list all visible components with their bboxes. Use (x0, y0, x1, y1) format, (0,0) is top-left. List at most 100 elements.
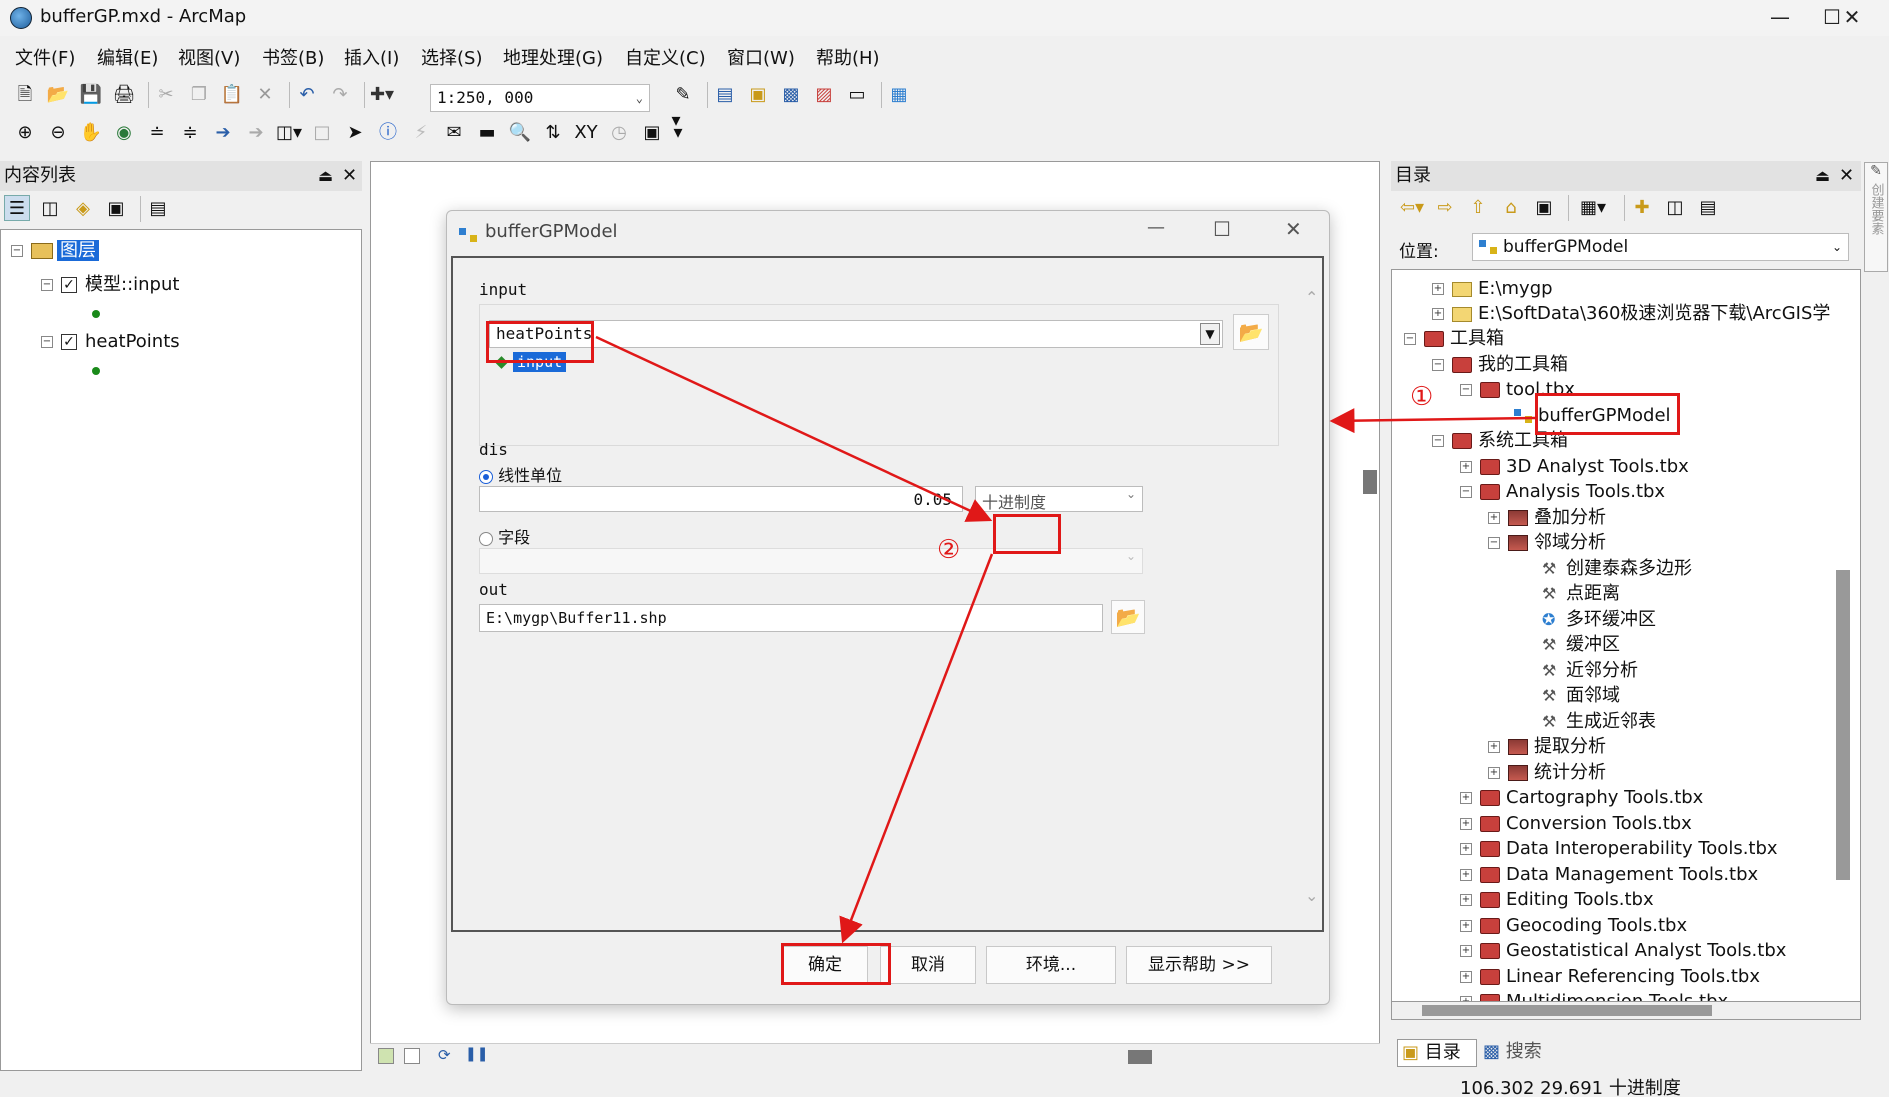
collapse-icon[interactable]: − (1460, 486, 1472, 498)
collapse-icon[interactable]: − (41, 336, 53, 348)
menu-customize[interactable]: 自定义(C) (625, 44, 706, 74)
catalog-my-toolboxes[interactable]: − 我的工具箱 (1432, 354, 1568, 376)
catalog-horizontal-scroll-thumb[interactable] (1422, 1005, 1712, 1016)
collapse-icon[interactable]: − (1432, 359, 1444, 371)
redo-icon[interactable]: ↷ (327, 82, 353, 108)
list-by-visibility-icon[interactable]: ◈ (70, 196, 96, 222)
map-vertical-scroll-thumb[interactable] (1363, 470, 1377, 494)
new-document-icon[interactable]: 🗎 (12, 82, 38, 108)
data-view-icon[interactable] (378, 1048, 394, 1064)
dialog-minimize-button[interactable]: — (1147, 217, 1165, 238)
toc-layer-input[interactable]: − ✓ 模型::input (41, 274, 179, 296)
catalog-folder-softdata[interactable]: + E:\SoftData\360极速浏览器下载\ArcGIS学 (1432, 303, 1830, 325)
output-path-input[interactable]: E:\mygp\Buffer11.shp (479, 604, 1103, 632)
copy-icon[interactable]: ❐ (186, 82, 212, 108)
tab-catalog[interactable]: ▣ 目录 (1397, 1039, 1477, 1067)
catalog-statistics[interactable]: + 统计分析 (1488, 762, 1606, 784)
list-by-drawing-order-icon[interactable]: ☰ (4, 195, 30, 221)
disconnect-folder-icon[interactable]: ▣ (1531, 195, 1557, 221)
catalog-cartography[interactable]: + Cartography Tools.tbx (1460, 787, 1703, 809)
add-data-icon[interactable]: ✚▾ (369, 82, 395, 108)
collapse-icon[interactable]: − (41, 279, 53, 291)
expand-icon[interactable]: + (1460, 792, 1472, 804)
collapse-icon[interactable]: − (1488, 537, 1500, 549)
collapse-icon[interactable]: − (1460, 384, 1472, 396)
toc-root-row[interactable]: − 图层 (11, 240, 99, 262)
tab-search[interactable]: ▩ 搜索 (1479, 1039, 1559, 1067)
input-layer-combobox[interactable]: heatPoints ▼ (489, 320, 1223, 348)
environments-button[interactable]: 环境... (986, 946, 1116, 984)
catalog-geostat[interactable]: + Geostatistical Analyst Tools.tbx (1460, 940, 1786, 962)
html-popup-icon[interactable]: ✉ (441, 120, 467, 146)
catalog-window-icon[interactable]: ▣ (745, 82, 771, 108)
catalog-interop[interactable]: + Data Interoperability Tools.tbx (1460, 838, 1778, 860)
catalog-folder-mygp[interactable]: + E:\mygp (1432, 278, 1553, 300)
home-icon[interactable]: ⌂ (1498, 195, 1524, 221)
expand-icon[interactable]: + (1460, 971, 1472, 983)
back-arrow-icon[interactable]: ⇦▾ (1399, 195, 1425, 221)
catalog-tool-polygon-neighbors[interactable]: ⚒ 面邻域 (1542, 685, 1620, 707)
python-window-icon[interactable]: ▭ (844, 82, 870, 108)
catalog-tool-buffer[interactable]: ⚒ 缓冲区 (1542, 634, 1620, 656)
views-icon[interactable]: ▦▾ (1573, 195, 1613, 221)
scroll-up-icon[interactable]: ⌃ (1305, 288, 1318, 307)
cut-icon[interactable]: ✂ (153, 82, 179, 108)
close-panel-icon[interactable]: ✕ (1839, 161, 1854, 191)
arctoolbox-icon[interactable]: ▨ (811, 82, 837, 108)
toc-layer-heatpoints[interactable]: − ✓ heatPoints (41, 331, 180, 353)
catalog-tool-near[interactable]: ⚒ 近邻分析 (1542, 660, 1638, 682)
open-folder-icon[interactable]: 📂 (45, 82, 71, 108)
paste-icon[interactable]: 📋 (219, 82, 245, 108)
dialog-maximize-button[interactable]: ☐ (1213, 217, 1231, 241)
print-icon[interactable]: 🖨 (111, 82, 137, 108)
menu-selection[interactable]: 选择(S) (421, 44, 482, 74)
forward-arrow-icon[interactable]: ➔ (243, 120, 269, 146)
expand-icon[interactable]: + (1460, 945, 1472, 957)
expand-icon[interactable]: + (1460, 818, 1472, 830)
search-window-icon[interactable]: ▩ (778, 82, 804, 108)
catalog-tool-thiessen[interactable]: ⚒ 创建泰森多边形 (1542, 558, 1692, 580)
modelbuilder-icon[interactable]: ▦ (886, 82, 912, 108)
catalog-linref[interactable]: + Linear Referencing Tools.tbx (1460, 966, 1760, 988)
menu-help[interactable]: 帮助(H) (816, 44, 880, 74)
menu-view[interactable]: 视图(V) (178, 44, 240, 74)
editor-toolbar-icon[interactable]: ✎ (670, 82, 696, 108)
distance-value-input[interactable]: 0.05 (479, 486, 963, 512)
menu-edit[interactable]: 编辑(E) (97, 44, 158, 74)
go-to-xy-icon[interactable]: XY (573, 120, 599, 146)
radio-field[interactable]: 字段 (479, 524, 530, 548)
cancel-button[interactable]: 取消 (880, 946, 976, 984)
pan-hand-icon[interactable]: ✋ (78, 120, 104, 146)
layer-visibility-checkbox[interactable]: ✓ (61, 334, 77, 350)
create-features-side-tab[interactable]: ✎ 创建要素 (1864, 162, 1888, 272)
catalog-3d-analyst[interactable]: +3D Analyst Tools.tbx (1460, 456, 1689, 478)
pin-icon[interactable]: ⏏ (318, 161, 333, 191)
catalog-datamgmt[interactable]: + Data Management Tools.tbx (1460, 864, 1758, 886)
dialog-close-button[interactable]: ✕ (1285, 217, 1302, 241)
undo-icon[interactable]: ↶ (294, 82, 320, 108)
menu-bookmarks[interactable]: 书签(B) (262, 44, 324, 74)
measure-icon[interactable]: ▬ (474, 120, 500, 146)
up-one-level-icon[interactable]: ⇧ (1465, 195, 1491, 221)
expand-icon[interactable]: + (1488, 512, 1500, 524)
catalog-tool-multiring[interactable]: ✪ 多环缓冲区 (1542, 609, 1656, 631)
zoom-in-icon[interactable]: ⊕ (12, 120, 38, 146)
find-binoculars-icon[interactable]: 🔍 (507, 120, 533, 146)
catalog-horizontal-scrollbar[interactable] (1391, 1002, 1861, 1020)
catalog-proximity[interactable]: − 邻域分析 (1488, 532, 1606, 554)
browse-output-folder-icon[interactable]: 📂 (1111, 600, 1145, 634)
browse-input-folder-icon[interactable]: 📂 (1233, 314, 1269, 350)
collapse-icon[interactable]: − (1432, 435, 1444, 447)
show-help-button[interactable]: 显示帮助 >> (1126, 946, 1272, 984)
layout-view-icon[interactable] (404, 1048, 420, 1064)
menu-windows[interactable]: 窗口(W) (727, 44, 795, 74)
select-elements-arrow-icon[interactable]: ➤ (342, 120, 368, 146)
catalog-toolboxes[interactable]: − 工具箱 (1404, 328, 1504, 350)
expand-icon[interactable]: + (1460, 894, 1472, 906)
close-panel-icon[interactable]: ✕ (342, 161, 357, 191)
forward-arrow-icon[interactable]: ⇨ (1432, 195, 1458, 221)
unit-combobox[interactable]: 十进制度 ⌄ (975, 486, 1143, 512)
expand-icon[interactable]: + (1460, 920, 1472, 932)
delete-icon[interactable]: ✕ (252, 82, 278, 108)
pause-drawing-icon[interactable]: ❚❚ (465, 1046, 488, 1062)
